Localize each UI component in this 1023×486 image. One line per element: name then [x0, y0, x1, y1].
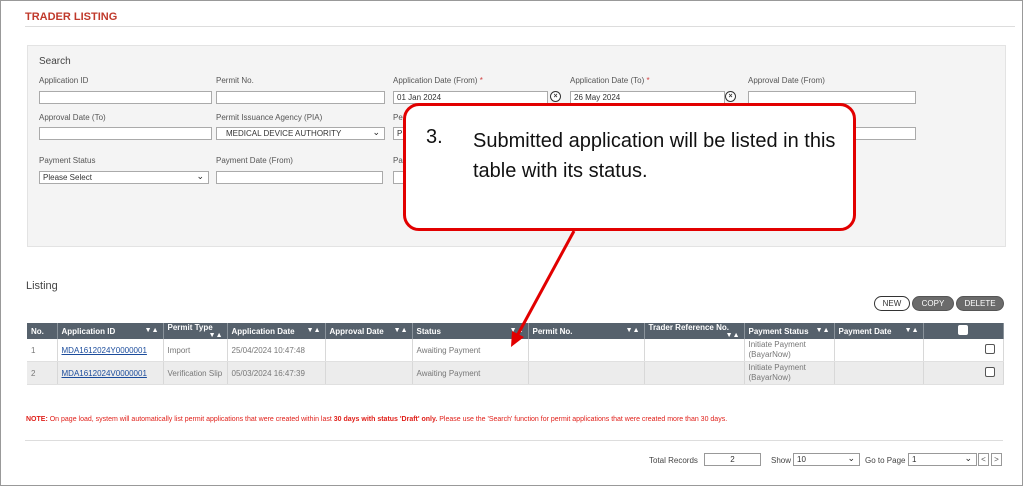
callout-step-number: 3.	[426, 126, 443, 148]
callout-box: 3. Submitted application will be listed …	[403, 103, 856, 231]
callout-arrow	[511, 230, 576, 347]
callout-text: Submitted application will be listed in …	[473, 130, 836, 182]
